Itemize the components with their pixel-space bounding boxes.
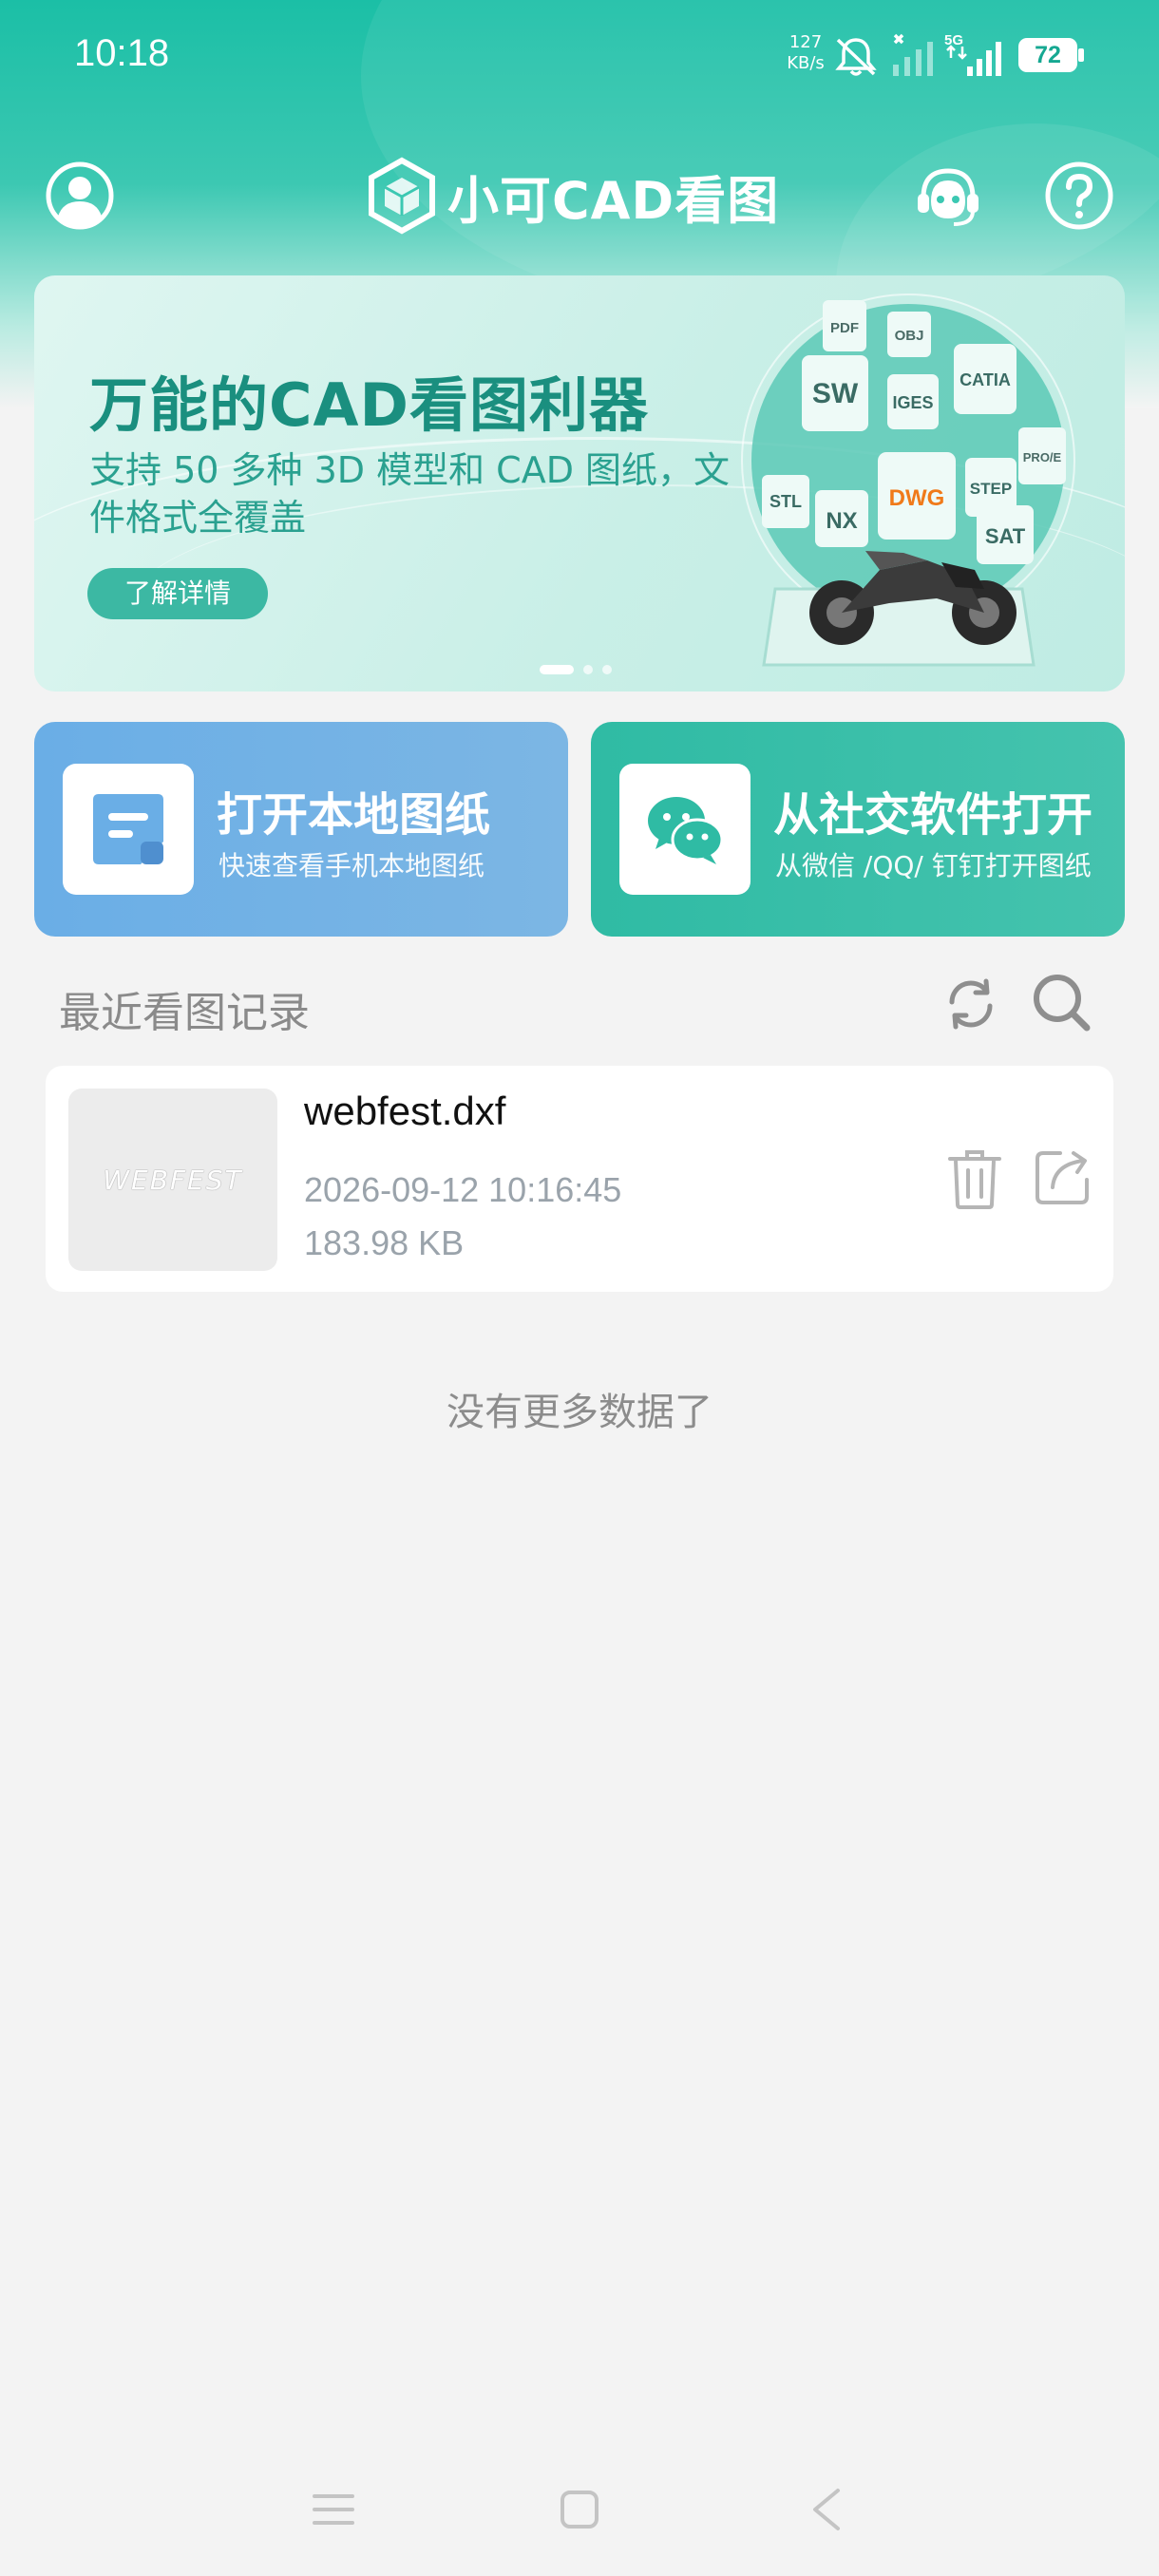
search-icon[interactable] <box>1030 971 1092 1033</box>
open-local-subtitle: 快速查看手机本地图纸 <box>218 850 485 881</box>
file-size: 183.98 KB <box>304 1223 465 1262</box>
network-type-label: 5G <box>944 32 963 48</box>
format-tag: OBJ <box>895 328 924 344</box>
app-title: 小可CAD看图 <box>447 170 780 231</box>
open-social-subtitle: 从微信 /QQ/ 钉钉打开图纸 <box>775 850 1092 881</box>
refresh-icon[interactable] <box>940 974 1001 1034</box>
network-speed-value: 127 <box>788 32 823 52</box>
format-tag: SW <box>812 378 859 409</box>
format-tag: SAT <box>985 524 1026 548</box>
promo-banner[interactable]: 万能的CAD看图利器 支持 50 多种 3D 模型和 CAD 图纸，文件格式全覆… <box>34 275 1125 691</box>
battery-indicator: 72 <box>1018 38 1085 72</box>
network-speed: 127 KB/s <box>779 32 832 74</box>
banner-dot <box>602 665 612 674</box>
banner-pagination <box>540 665 612 674</box>
open-local-drawing-card[interactable]: 打开本地图纸 快速查看手机本地图纸 <box>34 722 568 937</box>
battery-level: 72 <box>1018 38 1077 72</box>
banner-dot <box>583 665 593 674</box>
nav-menu-icon[interactable] <box>312 2491 355 2529</box>
trash-icon[interactable] <box>946 1147 1003 1210</box>
open-from-social-card[interactable]: 从社交软件打开 从微信 /QQ/ 钉钉打开图纸 <box>591 722 1125 937</box>
file-thumbnail: WEBFEST <box>68 1089 277 1271</box>
format-tag: CATIA <box>960 370 1011 389</box>
format-tag: IGES <box>892 393 933 412</box>
user-profile-icon[interactable] <box>44 160 116 232</box>
format-tag: STEP <box>970 480 1012 498</box>
recent-file-item[interactable]: WEBFEST webfest.dxf 2026-09-12 10:16:45 … <box>46 1066 1113 1292</box>
network-speed-unit: KB/s <box>787 53 825 73</box>
format-tag: PDF <box>830 320 859 336</box>
cube-logo-icon <box>369 157 435 235</box>
format-tag: NX <box>826 508 857 534</box>
customer-service-icon[interactable] <box>912 160 984 232</box>
file-name: webfest.dxf <box>304 1089 506 1133</box>
local-file-icon-box <box>63 764 194 895</box>
no-more-data-hint: 没有更多数据了 <box>446 1391 712 1434</box>
banner-subtitle: 支持 50 多种 3D 模型和 CAD 图纸，文件格式全覆盖 <box>89 449 731 539</box>
share-icon[interactable] <box>1034 1147 1092 1206</box>
format-tag: STL <box>770 492 802 511</box>
file-formats-illustration: PDF OBJ SW IGES CATIA PRO/E STL NX DWG S… <box>741 294 1075 667</box>
status-time: 10:18 <box>74 32 170 74</box>
format-tag: PRO/E <box>1023 450 1062 464</box>
app-logo: 小可CAD看图 <box>366 156 779 236</box>
mute-bell-icon <box>835 38 877 76</box>
banner-title: 万能的CAD看图利器 <box>89 370 649 440</box>
open-local-title: 打开本地图纸 <box>217 788 491 842</box>
learn-more-button[interactable]: 了解详情 <box>87 568 268 619</box>
open-social-title: 从社交软件打开 <box>773 788 1093 842</box>
social-icon-box <box>619 764 750 895</box>
thumbnail-text: WEBFEST <box>103 1165 243 1196</box>
document-icon <box>93 794 163 864</box>
nav-home-icon[interactable] <box>559 2489 600 2530</box>
format-tag: DWG <box>889 485 945 511</box>
banner-dot-active <box>540 665 574 674</box>
recent-section-title: 最近看图记录 <box>59 989 310 1037</box>
status-bar: 10:18 127 KB/s 5G 72 <box>0 0 1159 114</box>
file-modified-date: 2026-09-12 10:16:45 <box>304 1170 622 1209</box>
signal-5g-icon: 5G <box>944 32 1001 76</box>
signal-sim1-icon <box>893 33 933 76</box>
help-icon[interactable] <box>1043 160 1115 232</box>
wechat-icon <box>648 797 724 864</box>
nav-back-icon[interactable] <box>809 2487 844 2532</box>
